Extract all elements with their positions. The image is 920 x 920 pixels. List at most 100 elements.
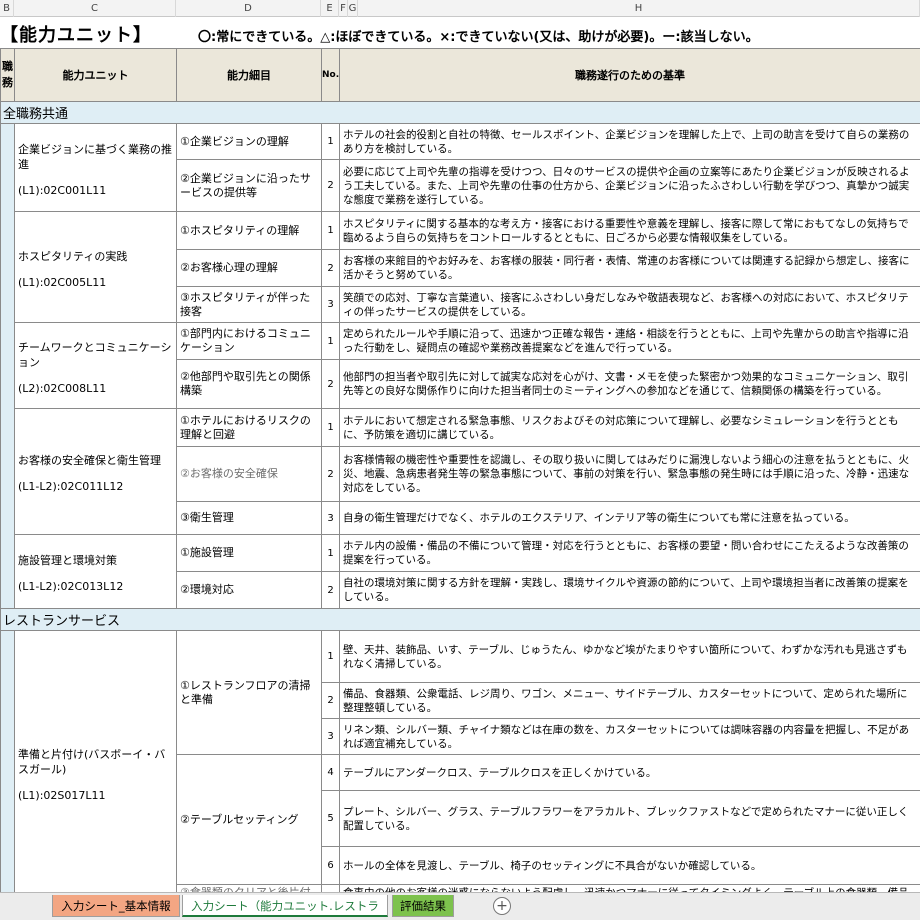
table-row: 企業ビジョンに基づく業務の推進 (L1):02C001L11 ①企業ビジョンの理解 1… xyxy=(0,123,920,609)
standard-cell[interactable]: ホールの全体を見渡し、テーブル、椅子のセッティングに不具合がないか確認している。 xyxy=(339,846,920,885)
sheet-tab-bar: 入力シート_基本情報 入力シート（能力ユニット.レストラン） 評価結果 + xyxy=(0,892,920,920)
standard-cell[interactable]: 他部門の担当者や取引先に対して誠実な応対を心がけ、文書・メモを使った緊密かつ効果… xyxy=(339,359,920,409)
sheet-title: 【能力ユニット】 xyxy=(0,25,152,46)
column-header-c[interactable]: C xyxy=(14,0,176,17)
table-row: お客様の安全確保と衛生管理 (L1-L2):02C011L12 ①ホテルにおけるリス… xyxy=(1,408,920,535)
detail-cell[interactable]: ②環境対応 xyxy=(176,571,322,609)
detail-cell[interactable]: ①レストランフロアの清掃と準備 xyxy=(176,630,322,755)
standard-cell[interactable]: 壁、天井、装飾品、いす、テーブル、じゅうたん、ゆかなど埃がたまりやすい箇所につい… xyxy=(339,630,920,683)
item-number-cell[interactable]: 1 xyxy=(321,211,340,250)
standard-cell[interactable]: リネン類、シルバー類、チャイナ類などは在庫の数を、カスターセットについては調味容… xyxy=(339,718,920,755)
section-label[interactable]: レストランサービス xyxy=(0,608,920,631)
item-number-cell[interactable]: 2 xyxy=(321,571,340,609)
unit-cell[interactable]: チームワークとコミュニケーション (L2):02C008L11 xyxy=(14,322,177,409)
unit-cell[interactable]: 企業ビジョンに基づく業務の推進 (L1):02C001L11 xyxy=(14,123,177,212)
standard-cell[interactable]: 自社の環境対策に関する方針を理解・実践し、環境サイクルや資源の節約について、上司… xyxy=(339,571,920,609)
item-number-cell[interactable]: 1 xyxy=(321,534,340,572)
header-detail[interactable]: 能力細目 xyxy=(176,48,322,102)
column-header-e[interactable]: E xyxy=(321,0,339,17)
unit-name: 準備と片付け(バスボーイ・バスガール) xyxy=(18,748,166,776)
standard-cell[interactable]: 定められたルールや手順に沿って、迅速かつ正確な報告・連絡・相談を行うとともに、上… xyxy=(339,322,920,360)
unit-code: (L2):02C008L11 xyxy=(18,381,107,395)
unit-cell[interactable]: 施設管理と環境対策 (L1-L2):02C013L12 xyxy=(14,534,177,609)
unit-code: (L1-L2):02C013L12 xyxy=(18,580,124,593)
item-number-cell[interactable]: 1 xyxy=(321,123,340,160)
add-sheet-button[interactable]: + xyxy=(493,897,511,915)
tab-evaluation-result[interactable]: 評価結果 xyxy=(392,895,454,917)
unit-cell[interactable]: お客様の安全確保と衛生管理 (L1-L2):02C011L12 xyxy=(14,408,177,535)
table-row: ホスピタリティの実践 (L1):02C005L11 ①ホスピタリティの理解 1 ホスピタ… xyxy=(1,211,920,323)
unit-name: チームワークとコミュニケーション xyxy=(18,340,172,369)
detail-cell[interactable]: ②企業ビジョンに沿ったサービスの提供等 xyxy=(176,159,322,212)
header-unit[interactable]: 能力ユニット xyxy=(14,48,177,102)
column-header-f[interactable]: F xyxy=(339,0,348,17)
shokumu-cell[interactable] xyxy=(0,630,15,916)
shokumu-cell[interactable] xyxy=(0,123,15,609)
header-shokumu[interactable]: 職務 xyxy=(0,48,15,102)
detail-cell[interactable]: ②お客様心理の理解 xyxy=(176,249,322,287)
table-row: チームワークとコミュニケーション (L2):02C008L11 ①部門内におけるコミ… xyxy=(1,322,920,409)
unit-code: (L1):02S017L11 xyxy=(18,789,106,802)
unit-name: 企業ビジョンに基づく業務の推進 xyxy=(18,142,172,171)
standard-cell[interactable]: 必要に応じて上司や先輩の指導を受けつつ、日々のサービスの提供や企画の立案等にあた… xyxy=(339,159,920,212)
standard-cell[interactable]: ホテル内の設備・備品の不備について管理・対応を行うとともに、お客様の要望・問い合… xyxy=(339,534,920,572)
unit-code: (L1):02C005L11 xyxy=(18,275,107,289)
standard-cell[interactable]: 笑顔での応対、丁寧な言葉遣い、接客にふさわしい身だしなみや敬語表現など、お客様へ… xyxy=(339,286,920,323)
section-row: 全職務共通 xyxy=(0,101,920,124)
standard-cell[interactable]: テーブルにアンダークロス、テーブルクロスを正しくかけている。 xyxy=(339,754,920,791)
detail-cell[interactable]: ②テーブルセッティング xyxy=(176,754,322,885)
column-header-h[interactable]: H xyxy=(358,0,920,17)
unit-cell[interactable]: ホスピタリティの実践 (L1):02C005L11 xyxy=(14,211,177,323)
standard-cell[interactable]: プレート、シルバー、グラス、テーブルフラワーをアラカルト、ブレックファストなどで… xyxy=(339,790,920,847)
detail-cell[interactable]: ③ホスピタリティが伴った接客 xyxy=(176,286,322,323)
section-label[interactable]: 全職務共通 xyxy=(0,101,920,124)
item-number-cell[interactable]: 4 xyxy=(321,754,340,791)
item-number-cell[interactable]: 2 xyxy=(321,359,340,409)
detail-cell[interactable]: ②お客様の安全確保 xyxy=(176,446,322,502)
unit-name: お客様の安全確保と衛生管理 xyxy=(18,454,161,467)
detail-cell[interactable]: ①ホスピタリティの理解 xyxy=(176,211,322,250)
item-number-cell[interactable]: 6 xyxy=(321,846,340,885)
header-no[interactable]: No. xyxy=(321,48,340,102)
header-standard[interactable]: 職務遂行のための基準 xyxy=(339,48,920,102)
item-number-cell[interactable]: 2 xyxy=(321,159,340,212)
table-row: 準備と片付け(バスボーイ・バスガール) (L1):02S017L11 ①レストランフ… xyxy=(0,630,920,916)
column-header-g[interactable]: G xyxy=(348,0,358,17)
table-row: 施設管理と環境対策 (L1-L2):02C013L12 ①施設管理 1 ホテル内の設備・… xyxy=(1,534,920,609)
detail-cell[interactable]: ①ホテルにおけるリスクの理解と回避 xyxy=(176,408,322,447)
tab-basic-info[interactable]: 入力シート_基本情報 xyxy=(52,895,180,917)
standard-cell[interactable]: お客様の来館目的やお好みを、お客様の服装・同行者・表情、常連のお客様については関… xyxy=(339,249,920,287)
detail-cell[interactable]: ③衛生管理 xyxy=(176,501,322,535)
tab-ability-unit-restaurant[interactable]: 入力シート（能力ユニット.レストラン） xyxy=(182,895,388,917)
detail-cell[interactable]: ②他部門や取引先との関係構築 xyxy=(176,359,322,409)
item-number-cell[interactable]: 3 xyxy=(321,501,340,535)
detail-cell[interactable]: ①企業ビジョンの理解 xyxy=(176,123,322,160)
section-row: レストランサービス xyxy=(0,608,920,631)
column-header-bar: B C D E F G H xyxy=(0,0,920,17)
detail-cell[interactable]: ①施設管理 xyxy=(176,534,322,572)
item-number-cell[interactable]: 2 xyxy=(321,446,340,502)
item-number-cell[interactable]: 1 xyxy=(321,630,340,683)
item-number-cell[interactable]: 2 xyxy=(321,249,340,287)
item-number-cell[interactable]: 3 xyxy=(321,286,340,323)
unit-name: ホスピタリティの実践 xyxy=(18,249,128,263)
unit-cell[interactable]: 準備と片付け(バスボーイ・バスガール) (L1):02S017L11 xyxy=(14,630,177,916)
item-number-cell[interactable]: 2 xyxy=(321,682,340,719)
standard-cell[interactable]: お客様情報の機密性や重要性を認識し、その取り扱いに関してはみだりに漏洩しないよう… xyxy=(339,446,920,502)
standard-cell[interactable]: ホスピタリティに関する基本的な考え方・接客における重要性や意義を理解し、接客に際… xyxy=(339,211,920,250)
standard-cell[interactable]: 自身の衛生管理だけでなく、ホテルのエクステリア、インテリア等の衛生についても常に… xyxy=(339,501,920,535)
item-number-cell[interactable]: 1 xyxy=(321,408,340,447)
standard-cell[interactable]: ホテルの社会的役割と自社の特徴、セールスポイント、企業ビジョンを理解した上で、上… xyxy=(339,123,920,160)
item-number-cell[interactable]: 3 xyxy=(321,718,340,755)
unit-code: (L1):02C001L11 xyxy=(18,183,107,197)
column-header-b[interactable]: B xyxy=(0,0,14,17)
item-number-cell[interactable]: 1 xyxy=(321,322,340,360)
item-number-cell[interactable]: 5 xyxy=(321,790,340,847)
table-header-row: 職務 能力ユニット 能力細目 No. 職務遂行のための基準 xyxy=(0,48,920,102)
standard-cell[interactable]: ホテルにおいて想定される緊急事態、リスクおよびその対応策について理解し、必要なシ… xyxy=(339,408,920,447)
standard-cell[interactable]: 備品、食器類、公衆電話、レジ周り、ワゴン、メニュー、サイドテーブル、カスターセッ… xyxy=(339,682,920,719)
rating-legend: 〇:常にできている。△:ほぼできている。×:できていない(又は、助けが必要)。ー… xyxy=(198,30,759,45)
ability-unit-table: 職務 能力ユニット 能力細目 No. 職務遂行のための基準 全職務共通 企業ビジョ… xyxy=(0,48,920,916)
detail-cell[interactable]: ①部門内におけるコミュニケーション xyxy=(176,322,322,360)
column-header-d[interactable]: D xyxy=(176,0,321,17)
